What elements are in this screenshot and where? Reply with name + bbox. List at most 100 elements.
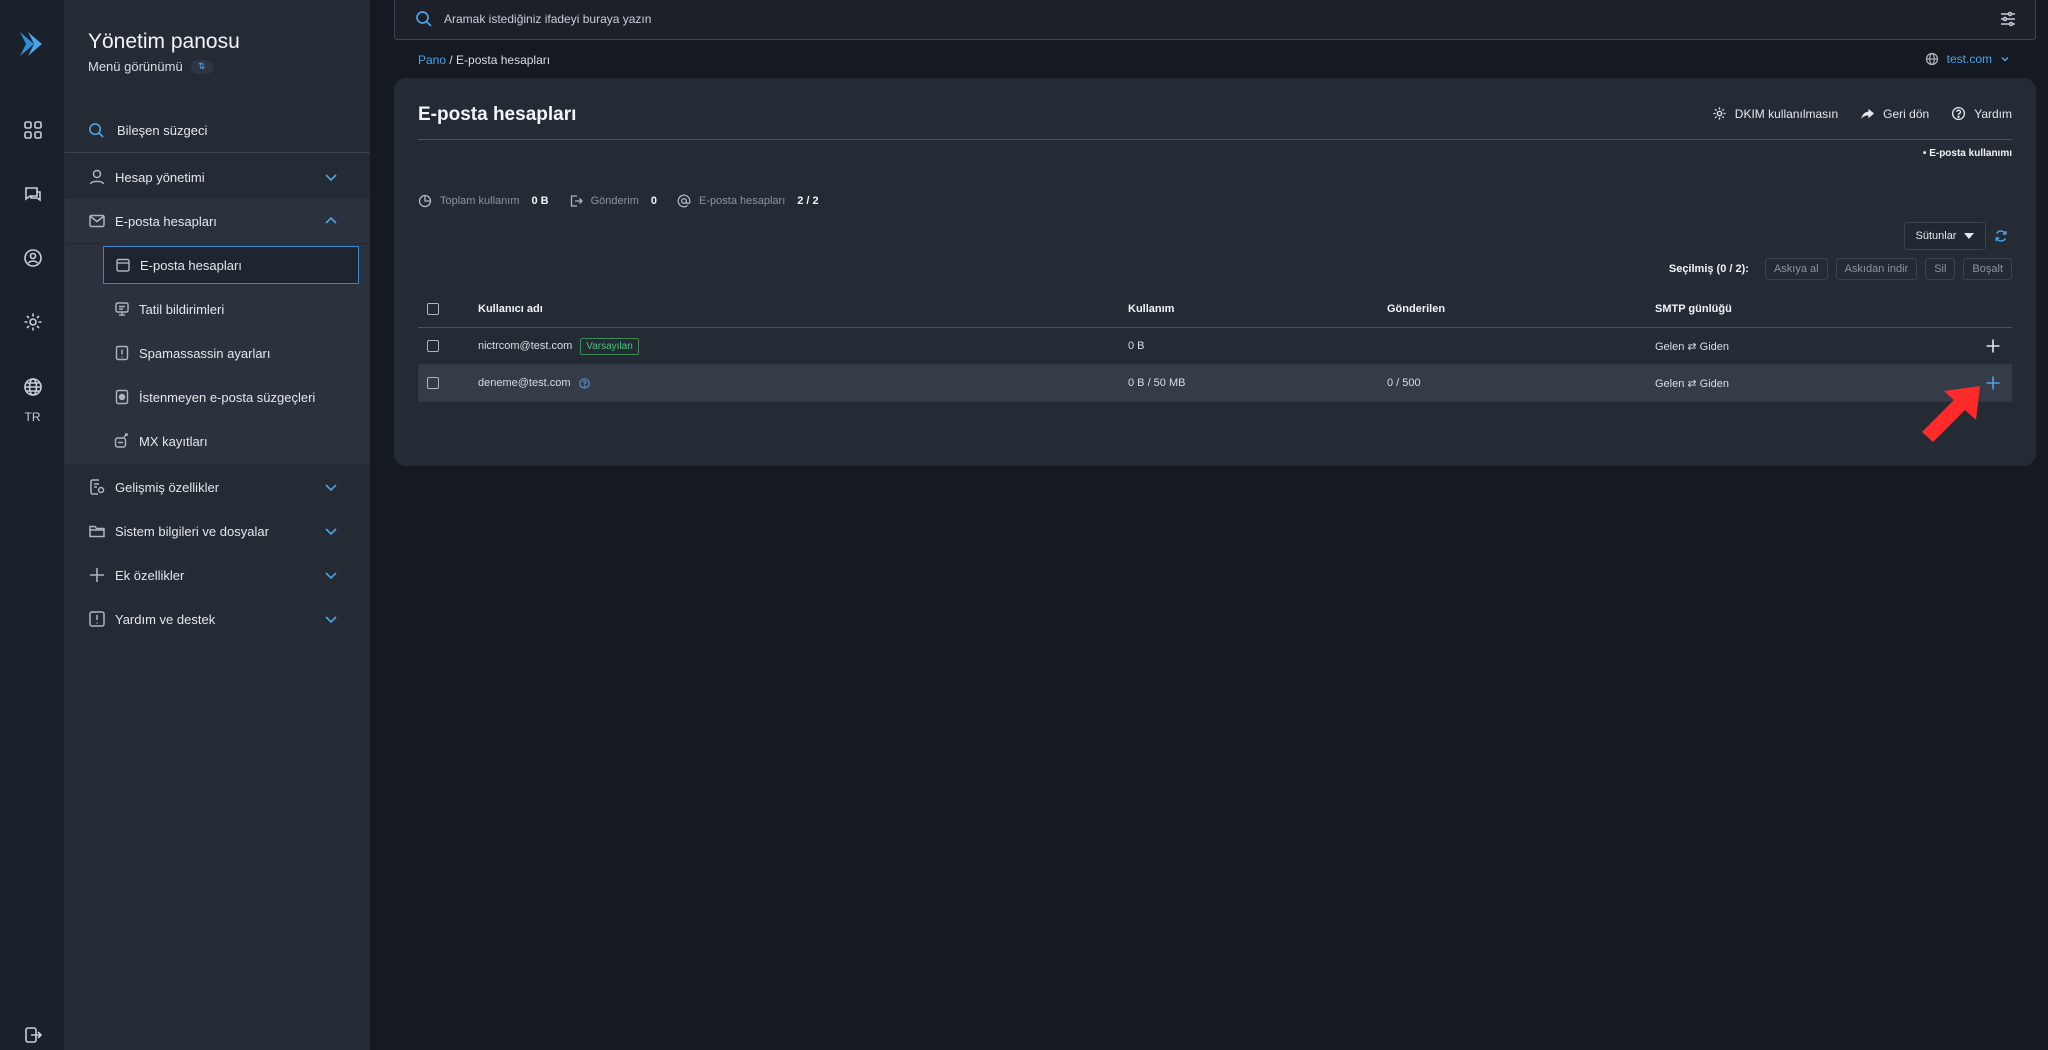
subitem-spam-filters[interactable]: İstenmeyen e-posta süzgeçleri (103, 378, 359, 416)
component-filter[interactable]: Bileşen süzgeci (88, 122, 207, 139)
stat-label: Toplam kullanım (440, 195, 520, 207)
smtp-log-cell[interactable]: Gelen ⇄ Giden (1655, 328, 1729, 364)
column-header-usage[interactable]: Kullanım (1128, 291, 1174, 327)
help-button[interactable]: Yardım (1951, 106, 2012, 121)
help-label: Yardım (1974, 106, 2012, 121)
chevron-down-icon[interactable] (324, 170, 338, 184)
globe-icon[interactable] (22, 376, 44, 398)
select-all-cell (427, 291, 439, 327)
breadcrumb-separator: / (446, 53, 457, 67)
subitem-mx-records[interactable]: MX kayıtları (103, 422, 359, 460)
subitem-label: E-posta hesapları (140, 257, 242, 273)
calendar-icon (115, 257, 131, 273)
bulk-actions: Seçilmiş (0 / 2): Askıya al Askıdan indi… (1669, 258, 2012, 280)
chevron-down-icon[interactable] (324, 612, 338, 626)
select-all-checkbox[interactable] (427, 303, 439, 315)
stat-value: 0 B (531, 195, 549, 207)
user-circle-icon[interactable] (22, 247, 44, 269)
sidebar-item-email-accounts[interactable]: E-posta hesapları (65, 199, 370, 243)
global-search[interactable]: Aramak istediğiniz ifadeyi buraya yazın (394, 0, 2036, 40)
mail-icon (88, 212, 106, 230)
column-header-username[interactable]: Kullanıcı adı (478, 291, 543, 327)
chevron-down-icon[interactable] (324, 524, 338, 538)
sidebar-subtitle: Menü görünümü (88, 59, 183, 74)
smtp-log-cell[interactable]: Gelen ⇄ Giden (1655, 365, 1729, 401)
email-usage-link[interactable]: • E-posta kullanımı (1923, 148, 2012, 159)
username[interactable]: deneme@test.com (478, 377, 571, 389)
globe-icon (1925, 52, 1939, 66)
view-toggle-icon[interactable]: ⇅ (190, 59, 213, 74)
table-row[interactable]: nictrcom@test.com Varsayılan 0 B Gelen ⇄… (418, 328, 2012, 365)
menu-view-toggle[interactable]: Menü görünümü ⇅ (88, 59, 213, 74)
monitor-icon (114, 301, 130, 317)
back-label: Geri dön (1883, 106, 1930, 121)
subitem-label: Tatil bildirimleri (139, 301, 225, 317)
filter-box-icon (114, 389, 130, 405)
delete-button[interactable]: Sil (1925, 258, 1956, 280)
stat-sending: Gönderim 0 (569, 194, 657, 208)
breadcrumb-home-link[interactable]: Pano (418, 53, 446, 67)
sidebar-item-help-support[interactable]: Yardım ve destek (65, 597, 370, 641)
selected-count: Seçilmiş (0 / 2): (1668, 263, 1749, 275)
sidebar-item-system-info-files[interactable]: Sistem bilgileri ve dosyalar (65, 509, 370, 553)
username[interactable]: nictrcom@test.com (478, 340, 572, 352)
folder-icon (88, 522, 106, 540)
expand-row-button[interactable] (1985, 328, 2001, 364)
columns-label: Sütunlar (1915, 230, 1957, 242)
plus-icon (1986, 339, 2000, 353)
unsuspend-button[interactable]: Askıdan indir (1835, 258, 1918, 280)
refresh-icon[interactable] (1994, 229, 2008, 243)
chevron-down-icon[interactable] (324, 568, 338, 582)
plus-icon (88, 566, 106, 584)
column-header-sent[interactable]: Gönderilen (1387, 291, 1445, 327)
subitem-email-accounts[interactable]: E-posta hesapları (103, 246, 359, 284)
dashboard-icon[interactable] (22, 119, 44, 141)
send-out-icon (569, 194, 583, 208)
stat-total-usage: Toplam kullanım 0 B (418, 194, 549, 208)
empty-button[interactable]: Boşalt (1963, 258, 2012, 280)
columns-dropdown[interactable]: Sütunlar (1904, 222, 1986, 250)
expand-row-button[interactable] (1985, 365, 2001, 401)
stat-label: E-posta hesapları (699, 195, 786, 207)
plus-icon (1986, 376, 2000, 390)
row-checkbox[interactable] (427, 377, 439, 389)
row-select-cell (427, 365, 439, 401)
language-label[interactable]: TR (0, 410, 65, 424)
sidebar-item-label: Hesap yönetimi (115, 169, 205, 185)
subitem-spamassassin-settings[interactable]: Spamassassin ayarları (103, 334, 359, 372)
sidebar: Yönetim panosu Menü görünümü ⇅ Bileşen s… (65, 0, 370, 1050)
search-icon (89, 123, 104, 138)
chat-icon[interactable] (22, 183, 44, 205)
domain-selector[interactable]: test.com (1925, 52, 2010, 66)
sidebar-item-extra-features[interactable]: Ek özellikler (65, 553, 370, 597)
suspend-button[interactable]: Askıya al (1764, 258, 1828, 280)
gear-icon[interactable] (22, 311, 44, 333)
breadcrumb-current: E-posta hesapları (456, 53, 551, 67)
sidebar-title: Yönetim panosu (88, 30, 240, 53)
row-checkbox[interactable] (427, 340, 439, 352)
chevron-up-icon[interactable] (324, 214, 338, 228)
pie-chart-icon (418, 194, 432, 208)
help-circle-icon[interactable] (578, 377, 590, 389)
subitem-vacation-notices[interactable]: Tatil bildirimleri (103, 290, 359, 328)
search-icon (415, 10, 433, 28)
username-cell: deneme@test.com (478, 365, 590, 401)
panel-logo-icon[interactable] (16, 28, 48, 60)
breadcrumb: Pano / E-posta hesapları (418, 53, 550, 67)
sidebar-item-account-management[interactable]: Hesap yönetimi (65, 155, 370, 199)
sidebar-item-advanced-features[interactable]: Gelişmiş özellikler (65, 465, 370, 509)
dkim-disable-button[interactable]: DKIM kullanılmasın (1712, 106, 1838, 121)
column-header-smtp-log[interactable]: SMTP günlüğü (1655, 291, 1732, 327)
email-accounts-card: E-posta hesapları DKIM kullanılmasın Ger… (394, 78, 2036, 466)
filter-settings-icon[interactable] (1999, 10, 2017, 28)
mx-icon (114, 433, 130, 449)
dkim-label: DKIM kullanılmasın (1734, 106, 1839, 121)
share-arrow-icon (1860, 106, 1875, 121)
chevron-down-icon (2001, 56, 2009, 62)
stat-label: Gönderim (590, 195, 639, 207)
back-button[interactable]: Geri dön (1860, 106, 1929, 121)
chevron-down-icon[interactable] (324, 480, 338, 494)
alert-icon (88, 610, 106, 628)
logout-icon[interactable] (22, 1024, 44, 1046)
table-row[interactable]: deneme@test.com 0 B / 50 MB 0 / 500 Gele… (418, 365, 2012, 402)
